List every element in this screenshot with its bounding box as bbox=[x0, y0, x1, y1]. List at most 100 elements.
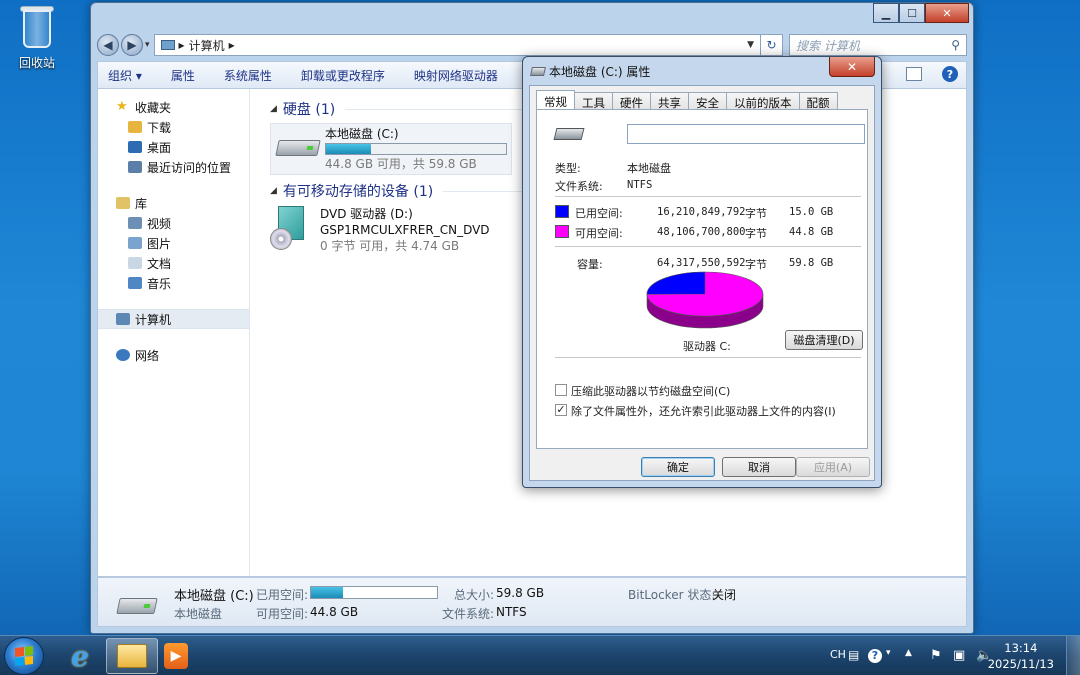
ok-button[interactable]: 确定 bbox=[641, 457, 715, 477]
nav-pictures[interactable]: 图片 bbox=[98, 233, 249, 253]
keyboard-icon[interactable]: ▤ bbox=[848, 648, 859, 662]
preview-pane-icon[interactable] bbox=[906, 67, 922, 81]
minimize-button[interactable]: ▁ bbox=[873, 3, 899, 23]
uninstall-program-button[interactable]: 卸载或更改程序 bbox=[301, 67, 385, 84]
breadcrumb-separator[interactable]: ▸ bbox=[229, 38, 235, 52]
refresh-icon[interactable]: ↻ bbox=[761, 34, 783, 56]
capacity-bytes: 64,317,550,592 bbox=[657, 257, 746, 269]
tab-0[interactable]: 常规 bbox=[536, 90, 575, 110]
index-label[interactable]: 除了文件属性外，还允许索引此驱动器上文件的内容(I) bbox=[571, 403, 836, 419]
details-usage-bar bbox=[310, 586, 438, 599]
taskbar-internet-explorer[interactable]: e bbox=[54, 638, 106, 674]
pie-slice-used bbox=[646, 271, 706, 295]
fs-value: NTFS bbox=[627, 179, 653, 191]
nav-pictures-label: 图片 bbox=[147, 236, 172, 251]
search-placeholder: 搜索 计算机 bbox=[796, 38, 860, 53]
nav-libraries[interactable]: 库 bbox=[98, 193, 249, 213]
tab-6[interactable]: 配额 bbox=[799, 92, 838, 110]
search-input[interactable]: 搜索 计算机 ⚲ bbox=[789, 34, 967, 56]
nav-computer-label: 计算机 bbox=[135, 312, 172, 327]
compress-checkbox[interactable] bbox=[555, 384, 567, 396]
index-checkbox[interactable]: ✓ bbox=[555, 404, 567, 416]
recent-pages-dropdown-icon[interactable]: ▾ bbox=[145, 40, 150, 50]
recycle-bin-desktop-icon[interactable]: 回收站 bbox=[10, 4, 64, 71]
maximize-button[interactable]: ☐ bbox=[899, 3, 925, 23]
music-icon bbox=[128, 277, 142, 289]
libraries-icon bbox=[116, 197, 130, 209]
media-player-icon: ▶ bbox=[164, 643, 188, 669]
group-header-hdd[interactable]: ◢ 硬盘 (1) bbox=[270, 99, 526, 119]
capacity-label: 容量: bbox=[577, 258, 603, 271]
nav-recent-places[interactable]: 最近访问的位置 bbox=[98, 157, 249, 177]
nav-downloads[interactable]: 下载 bbox=[98, 117, 249, 137]
computer-icon bbox=[160, 40, 175, 50]
address-bar[interactable]: ▸ 计算机 ▸ ▼ bbox=[153, 34, 761, 56]
compress-label[interactable]: 压缩此驱动器以节约磁盘空间(C) bbox=[571, 383, 730, 399]
breadcrumb-separator[interactable]: ▸ bbox=[179, 38, 185, 52]
group-removable-label: 有可移动存储的设备 (1) bbox=[282, 184, 434, 200]
recent-places-icon bbox=[128, 161, 142, 173]
close-button[interactable]: ✕ bbox=[925, 3, 969, 23]
drive-d-tile[interactable]: DVD 驱动器 (D:) GSP1RMCULXFRER_CN_DVD 0 字节 … bbox=[270, 206, 490, 254]
nav-desktop[interactable]: 桌面 bbox=[98, 137, 249, 157]
nav-documents[interactable]: 文档 bbox=[98, 253, 249, 273]
nav-network-label: 网络 bbox=[135, 348, 160, 363]
nav-videos[interactable]: 视频 bbox=[98, 213, 249, 233]
nav-documents-label: 文档 bbox=[147, 256, 172, 271]
back-button[interactable]: ◀ bbox=[97, 34, 119, 56]
disk-cleanup-button[interactable]: 磁盘清理(D) bbox=[785, 330, 863, 350]
free-unit: 字节 bbox=[745, 227, 767, 240]
details-used-label: 已用空间: bbox=[256, 588, 309, 602]
hard-drive-icon bbox=[553, 128, 585, 140]
nav-computer[interactable]: 计算机 bbox=[98, 309, 249, 329]
properties-button[interactable]: 属性 bbox=[171, 67, 195, 84]
system-clock[interactable]: 13:14 2025/11/13 bbox=[988, 640, 1054, 672]
drive-name-input[interactable] bbox=[627, 124, 865, 144]
breadcrumb-computer[interactable]: 计算机 bbox=[189, 37, 225, 54]
apply-button[interactable]: 应用(A) bbox=[796, 457, 870, 477]
nav-favorites[interactable]: ★ 收藏夹 bbox=[98, 97, 249, 117]
tab-1[interactable]: 工具 bbox=[575, 92, 613, 110]
start-button[interactable] bbox=[4, 637, 44, 675]
used-label: 已用空间: bbox=[575, 207, 623, 220]
general-tab-panel: 类型: 本地磁盘 文件系统: NTFS 已用空间: 16,210,849,792… bbox=[536, 109, 868, 449]
cancel-button[interactable]: 取消 bbox=[722, 457, 796, 477]
help-tray-icon[interactable]: ? bbox=[868, 649, 882, 663]
tab-2[interactable]: 硬件 bbox=[613, 92, 651, 110]
drive-c-tile[interactable]: 本地磁盘 (C:) 44.8 GB 可用，共 59.8 GB bbox=[270, 123, 512, 175]
network-tray-icon[interactable]: ▣ bbox=[953, 648, 965, 663]
details-fs-label: 文件系统: bbox=[442, 607, 495, 621]
address-dropdown-icon[interactable]: ▼ bbox=[747, 40, 754, 50]
capacity-gb: 59.8 GB bbox=[789, 257, 834, 269]
map-network-drive-button[interactable]: 映射网络驱动器 bbox=[414, 67, 498, 84]
help-icon[interactable]: ? bbox=[942, 66, 958, 82]
tab-3[interactable]: 共享 bbox=[651, 92, 689, 110]
tray-options-icon[interactable]: ▾ bbox=[886, 648, 891, 658]
nav-music[interactable]: 音乐 bbox=[98, 273, 249, 293]
videos-icon bbox=[128, 217, 142, 229]
nav-favorites-label: 收藏夹 bbox=[135, 100, 172, 115]
details-drive-name: 本地磁盘 (C:) bbox=[174, 589, 254, 604]
organize-button[interactable]: 组织 ▾ bbox=[108, 67, 142, 84]
forward-button[interactable]: ▶ bbox=[121, 34, 143, 56]
hard-drive-icon bbox=[530, 67, 546, 76]
details-fs-value: NTFS bbox=[496, 605, 527, 619]
show-hidden-icons[interactable]: ▲ bbox=[905, 648, 912, 658]
input-language-indicator[interactable]: CH bbox=[830, 648, 846, 661]
taskbar-media-player[interactable]: ▶ bbox=[150, 638, 202, 674]
dialog-close-button[interactable]: ✕ bbox=[829, 57, 875, 77]
details-type: 本地磁盘 bbox=[174, 607, 223, 621]
action-center-flag-icon[interactable]: ⚑ bbox=[930, 648, 942, 663]
fs-label: 文件系统: bbox=[555, 180, 603, 193]
properties-dialog: 本地磁盘 (C:) 属性 ✕ 常规 工具 硬件 共享 安全 以前的版本 配额 类型: 本地磁… bbox=[522, 56, 882, 488]
search-icon[interactable]: ⚲ bbox=[951, 38, 960, 52]
hard-drive-icon bbox=[116, 594, 160, 620]
nav-network[interactable]: 网络 bbox=[98, 345, 249, 365]
system-properties-button[interactable]: 系统属性 bbox=[224, 67, 272, 84]
drive-c-name: 本地磁盘 (C:) bbox=[325, 127, 399, 141]
show-desktop-button[interactable] bbox=[1066, 636, 1080, 675]
tab-4[interactable]: 安全 bbox=[689, 92, 727, 110]
free-space-swatch bbox=[555, 225, 569, 238]
nav-desktop-label: 桌面 bbox=[147, 140, 172, 155]
tab-5[interactable]: 以前的版本 bbox=[727, 92, 800, 110]
